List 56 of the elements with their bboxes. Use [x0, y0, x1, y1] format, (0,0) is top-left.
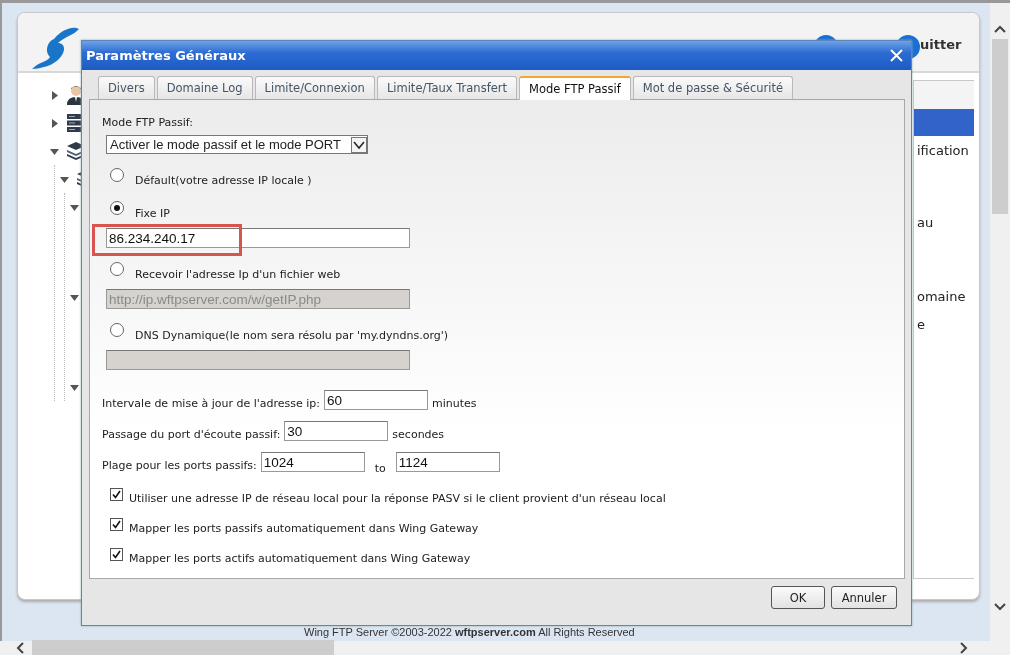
checkbox-label: Mapper les ports actifs automatiquement dans Wing Gateway [129, 552, 471, 565]
expander-icon[interactable] [70, 382, 79, 392]
caret-icon [351, 136, 367, 153]
tab[interactable]: Divers [98, 76, 155, 99]
radio-button[interactable] [110, 323, 124, 337]
vertical-scrollbar[interactable] [990, 3, 1010, 641]
checkbox-label: Mapper les ports passifs automatiquement dans Wing Gateway [129, 522, 479, 535]
expander-icon[interactable] [50, 90, 59, 100]
number-field[interactable]: 30 [284, 421, 389, 441]
scrollbar-thumb[interactable] [32, 640, 334, 655]
scrollbar-thumb[interactable] [992, 39, 1008, 214]
checkbox[interactable] [110, 548, 123, 561]
expander-icon[interactable] [70, 292, 79, 302]
field-label: Intervale de mise à jour de l'adresse ip: [102, 397, 320, 410]
checkbox-label: Utiliser une adresse IP de réseau local pour la réponse PASV si le client provient d'un réseau local [129, 492, 666, 505]
list-header [914, 81, 974, 109]
option-label: Fixe IP [135, 207, 170, 220]
expander-icon[interactable] [50, 146, 59, 156]
ok-button[interactable]: OK [771, 586, 825, 609]
field-label: Passage du port d'écoute passif: [102, 428, 281, 441]
expander-icon[interactable] [60, 174, 69, 184]
number-field[interactable]: 1024 [260, 452, 365, 472]
field-label: Mode FTP Passif: [102, 116, 194, 129]
radio-button[interactable] [110, 262, 124, 276]
tab[interactable]: Mode FTP Passif [519, 76, 631, 100]
unit-label: secondes [392, 428, 445, 441]
quit-link[interactable]: uitter [920, 37, 962, 52]
text-field[interactable]: 86.234.240.17 [106, 228, 410, 248]
tab[interactable]: Limite/Connexion [254, 76, 375, 99]
mode-dropdown[interactable]: Activer le mode passif et le mode PORT [106, 135, 368, 154]
tab[interactable]: Mot de passe & Sécurité [632, 76, 794, 99]
number-field[interactable]: 60 [324, 390, 428, 410]
unit-label: minutes [432, 397, 477, 410]
expander-icon[interactable] [70, 202, 79, 212]
checkbox[interactable] [110, 518, 123, 531]
checkbox[interactable] [110, 488, 123, 501]
close-icon[interactable] [890, 49, 903, 62]
list-item[interactable]: e [914, 316, 974, 334]
number-field[interactable]: 1124 [395, 452, 500, 472]
option-label: Recevoir l'adresse Ip d'un fichier web [135, 268, 341, 281]
cancel-button[interactable]: Annuler [831, 586, 897, 609]
dialog-title: Paramètres Généraux [86, 48, 246, 63]
field-label: Plage pour les ports passifs: [102, 459, 257, 472]
radio-button[interactable] [110, 168, 124, 182]
expander-icon[interactable] [50, 118, 59, 128]
option-label: Défault(votre adresse IP locale ) [135, 174, 312, 187]
list-item[interactable]: ification [914, 142, 974, 160]
horizontal-scrollbar[interactable] [0, 641, 990, 655]
option-label: DNS Dynamique(le nom sera résolu par 'my.dyndns.org') [135, 329, 449, 342]
copyright-text: Wing FTP Server ©2003-2022 wftpserver.com All Rights Reserved [304, 626, 636, 638]
range-label: to [374, 462, 386, 475]
radio-button[interactable] [110, 201, 124, 215]
list-item[interactable]: au [914, 214, 974, 232]
list-item[interactable]: omaine [914, 288, 974, 306]
tab[interactable]: Limite/Taux Transfert [376, 76, 517, 99]
tab[interactable]: Domaine Log [156, 76, 253, 99]
